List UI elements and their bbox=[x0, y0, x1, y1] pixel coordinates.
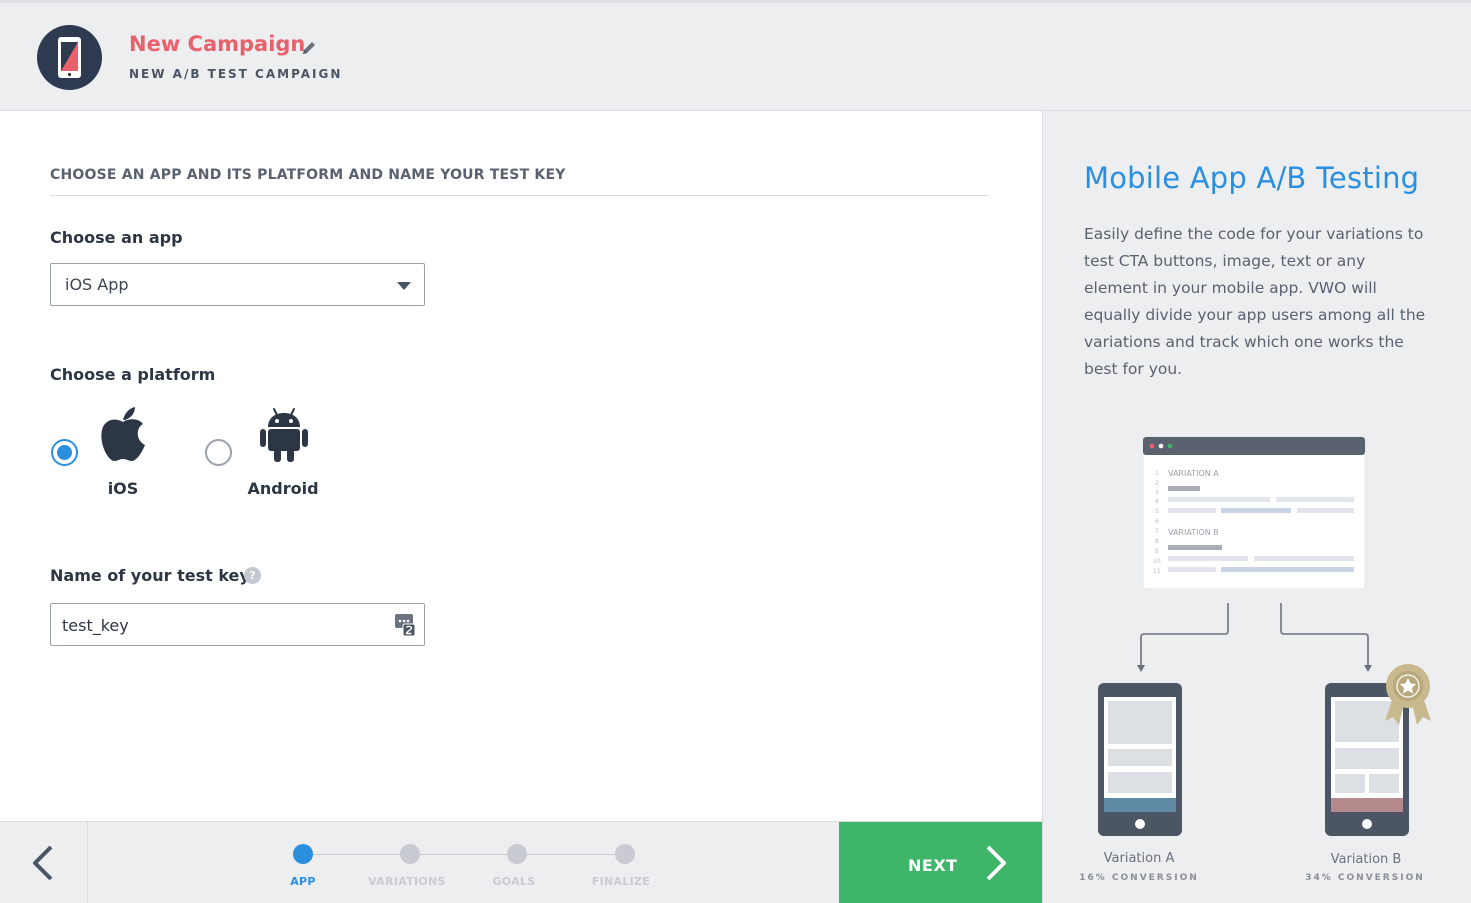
campaign-form: CHOOSE AN APP AND ITS PLATFORM AND NAME … bbox=[0, 111, 1042, 821]
test-key-label: Name of your test key bbox=[50, 566, 250, 585]
code-label-variation-a: VARIATION A bbox=[1168, 469, 1219, 478]
caret-down-icon bbox=[397, 282, 411, 290]
help-icon[interactable]: ? bbox=[244, 567, 261, 584]
campaign-subtitle: NEW A/B TEST CAMPAIGN bbox=[129, 67, 343, 81]
step-label: VARIATIONS bbox=[368, 875, 446, 888]
platform-label-ios: iOS bbox=[107, 479, 139, 498]
step-dot bbox=[293, 844, 313, 864]
info-panel-description: Easily define the code for your variatio… bbox=[1084, 225, 1426, 378]
code-line-number: 10 bbox=[1153, 558, 1161, 565]
wizard-footer: APP VARIATIONS GOALS FINALIZE NEXT bbox=[0, 821, 1042, 903]
info-panel-title: Mobile App A/B Testing bbox=[1084, 161, 1420, 195]
variation-b-name: Variation B bbox=[1330, 852, 1402, 867]
keyboard-icon[interactable] bbox=[394, 613, 416, 641]
chevron-left-icon bbox=[33, 845, 53, 881]
step-dot bbox=[507, 844, 527, 864]
section-title: CHOOSE AN APP AND ITS PLATFORM AND NAME … bbox=[50, 167, 988, 196]
chevron-right-icon bbox=[986, 845, 1006, 881]
android-icon[interactable] bbox=[258, 407, 310, 467]
apple-icon[interactable] bbox=[99, 406, 147, 466]
code-line-number: 11 bbox=[1153, 568, 1161, 575]
step-label: FINALIZE bbox=[591, 875, 651, 888]
info-panel: Mobile App A/B Testing Easily define the… bbox=[1042, 111, 1471, 903]
mobile-campaign-icon bbox=[37, 25, 102, 90]
app-select[interactable]: iOS App bbox=[50, 263, 425, 306]
platform-radio-ios[interactable] bbox=[51, 439, 78, 466]
platform-label-android: Android bbox=[247, 479, 319, 498]
test-key-input-wrapper[interactable] bbox=[50, 603, 425, 646]
variation-a-name: Variation A bbox=[1103, 851, 1175, 866]
campaign-header: New Campaign NEW A/B TEST CAMPAIGN bbox=[0, 0, 1471, 111]
code-line-number: 3 bbox=[1155, 489, 1159, 496]
campaign-title: New Campaign bbox=[129, 32, 306, 56]
code-line-number: 2 bbox=[1155, 480, 1159, 487]
choose-platform-label: Choose a platform bbox=[50, 365, 216, 384]
variation-b-conversion: 34% CONVERSION bbox=[1305, 873, 1425, 883]
code-line-number: 9 bbox=[1155, 548, 1159, 555]
code-line-number: 5 bbox=[1155, 508, 1159, 515]
code-line-number: 7 bbox=[1155, 528, 1159, 535]
step-dot bbox=[400, 844, 420, 864]
step-label: GOALS bbox=[492, 875, 536, 888]
code-label-variation-b: VARIATION B bbox=[1168, 528, 1219, 537]
next-button[interactable]: NEXT bbox=[839, 822, 1042, 903]
test-key-input[interactable] bbox=[62, 614, 382, 636]
code-line-number: 1 bbox=[1155, 470, 1159, 477]
back-button[interactable] bbox=[0, 822, 88, 903]
stepper-track bbox=[303, 854, 625, 855]
code-line-number: 4 bbox=[1155, 498, 1159, 505]
edit-pencil-icon[interactable] bbox=[300, 39, 318, 57]
ab-test-illustration: 1 2 3 4 5 6 7 8 9 10 11 VARIATION A VARI… bbox=[1098, 436, 1431, 836]
choose-app-label: Choose an app bbox=[50, 228, 183, 247]
variation-a-conversion: 16% CONVERSION bbox=[1079, 873, 1199, 883]
step-dot bbox=[615, 844, 635, 864]
code-line-number: 6 bbox=[1155, 518, 1159, 525]
code-line-number: 8 bbox=[1155, 538, 1159, 545]
app-select-value: iOS App bbox=[65, 275, 129, 294]
step-label: APP bbox=[290, 875, 316, 888]
next-button-label: NEXT bbox=[908, 856, 958, 875]
platform-radio-android[interactable] bbox=[205, 439, 232, 466]
